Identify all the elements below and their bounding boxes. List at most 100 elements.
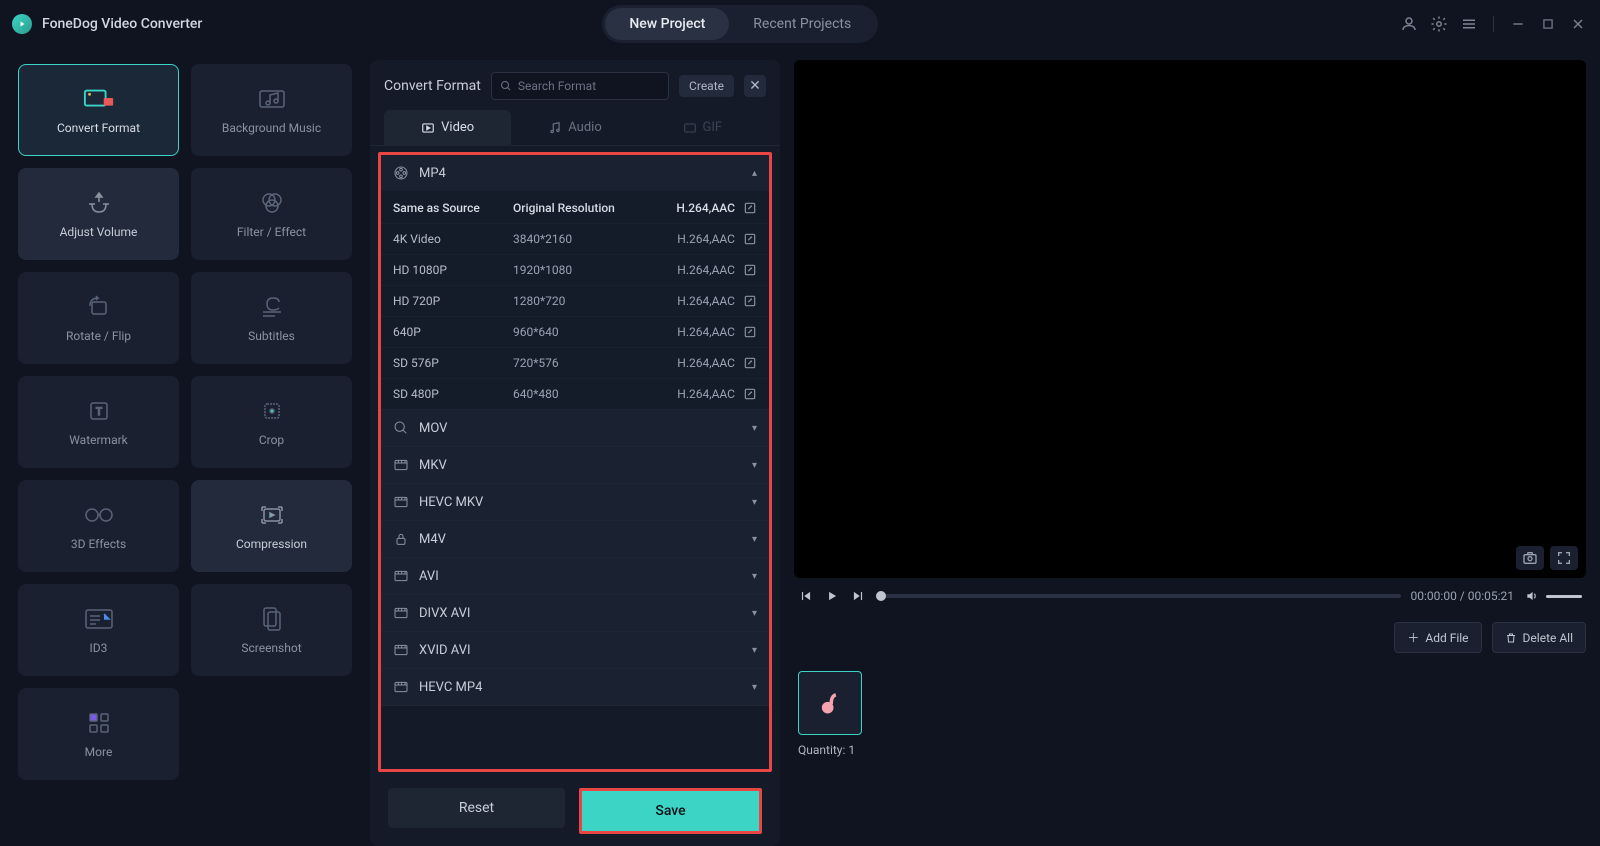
format-row[interactable]: SD 576P720*576H.264,AAC bbox=[381, 347, 769, 378]
app-logo-icon bbox=[12, 14, 32, 34]
watermark-icon: T bbox=[83, 397, 115, 425]
compression-icon bbox=[256, 501, 288, 529]
tool-filter-effect[interactable]: Filter / Effect bbox=[191, 168, 352, 260]
volume-slider[interactable] bbox=[1546, 595, 1582, 598]
maximize-icon[interactable] bbox=[1538, 14, 1558, 34]
format-group: HEVC MKV▾ bbox=[381, 484, 769, 521]
tool-label: Background Music bbox=[222, 121, 321, 135]
format-group: HEVC MP4▾ bbox=[381, 669, 769, 706]
tool-label: More bbox=[85, 745, 113, 759]
format-head[interactable]: MKV▾ bbox=[381, 447, 769, 483]
fullscreen-icon[interactable] bbox=[1550, 546, 1578, 570]
music-note-icon bbox=[816, 689, 844, 717]
format-row[interactable]: HD 720P1280*720H.264,AAC bbox=[381, 285, 769, 316]
tool-label: Convert Format bbox=[57, 121, 140, 135]
format-group: AVI▾ bbox=[381, 558, 769, 595]
tool-crop[interactable]: Crop bbox=[191, 376, 352, 468]
next-icon[interactable] bbox=[850, 588, 866, 604]
save-button[interactable]: Save bbox=[582, 791, 759, 831]
tool-rotate-flip[interactable]: Rotate / Flip bbox=[18, 272, 179, 364]
volume-icon[interactable] bbox=[1524, 588, 1540, 604]
format-head[interactable]: AVI▾ bbox=[381, 558, 769, 594]
format-head[interactable]: M4V▾ bbox=[381, 521, 769, 557]
screenshot-icon bbox=[256, 605, 288, 633]
media-thumbnail[interactable] bbox=[798, 671, 862, 735]
seek-bar[interactable] bbox=[876, 594, 1401, 598]
quantity-label: Quantity: 1 bbox=[798, 743, 862, 757]
background-music-icon bbox=[256, 85, 288, 113]
prev-icon[interactable] bbox=[798, 588, 814, 604]
tool-subtitles[interactable]: Subtitles bbox=[191, 272, 352, 364]
edit-icon[interactable] bbox=[743, 387, 757, 401]
filter-effect-icon bbox=[256, 189, 288, 217]
format-head[interactable]: DIVX AVI▾ bbox=[381, 595, 769, 631]
user-icon[interactable] bbox=[1399, 14, 1419, 34]
create-button[interactable]: Create bbox=[679, 75, 734, 97]
chevron-down-icon: ▾ bbox=[752, 497, 757, 508]
edit-icon[interactable] bbox=[743, 356, 757, 370]
format-head-mp4[interactable]: MP4▴ bbox=[381, 155, 769, 191]
3d-effects-icon bbox=[83, 501, 115, 529]
format-group: XVID AVI▾ bbox=[381, 632, 769, 669]
edit-icon[interactable] bbox=[743, 263, 757, 277]
gear-icon[interactable] bbox=[1429, 14, 1449, 34]
tool-screenshot[interactable]: Screenshot bbox=[191, 584, 352, 676]
format-row[interactable]: SD 480P640*480H.264,AAC bbox=[381, 378, 769, 409]
tool-adjust-volume[interactable]: Adjust Volume bbox=[18, 168, 179, 260]
tool-label: ID3 bbox=[90, 641, 108, 655]
minimize-icon[interactable] bbox=[1508, 14, 1528, 34]
edit-icon[interactable] bbox=[743, 201, 757, 215]
edit-icon[interactable] bbox=[743, 232, 757, 246]
format-tab-audio[interactable]: Audio bbox=[511, 110, 638, 145]
tool-id3[interactable]: ID3 bbox=[18, 584, 179, 676]
format-group: MOV▾ bbox=[381, 410, 769, 447]
tool-label: Compression bbox=[236, 537, 307, 551]
edit-icon[interactable] bbox=[743, 325, 757, 339]
format-icon bbox=[393, 457, 409, 473]
chevron-up-icon: ▴ bbox=[752, 168, 757, 179]
tool-background-music[interactable]: Background Music bbox=[191, 64, 352, 156]
gif-icon bbox=[683, 121, 697, 135]
video-preview bbox=[794, 60, 1586, 578]
tool-label: Filter / Effect bbox=[237, 225, 306, 239]
play-icon[interactable] bbox=[824, 588, 840, 604]
tool-compression[interactable]: Compression bbox=[191, 480, 352, 572]
format-row[interactable]: 640P960*640H.264,AAC bbox=[381, 316, 769, 347]
format-head[interactable]: XVID AVI▾ bbox=[381, 632, 769, 668]
reel-icon bbox=[393, 165, 409, 181]
tool-3d-effects[interactable]: 3D Effects bbox=[18, 480, 179, 572]
tool-watermark[interactable]: TWatermark bbox=[18, 376, 179, 468]
format-row[interactable]: HD 1080P1920*1080H.264,AAC bbox=[381, 254, 769, 285]
reset-button[interactable]: Reset bbox=[388, 788, 565, 828]
format-head[interactable]: HEVC MP4▾ bbox=[381, 669, 769, 705]
subtitles-icon bbox=[256, 293, 288, 321]
format-list[interactable]: MP4▴Same as SourceOriginal ResolutionH.2… bbox=[378, 152, 772, 772]
tool-label: Subtitles bbox=[248, 329, 295, 343]
format-row[interactable]: 4K Video3840*2160H.264,AAC bbox=[381, 223, 769, 254]
add-file-button[interactable]: ＋Add File bbox=[1394, 622, 1481, 653]
chevron-down-icon: ▾ bbox=[752, 608, 757, 619]
format-head[interactable]: HEVC MKV▾ bbox=[381, 484, 769, 520]
format-icon bbox=[393, 531, 409, 547]
close-icon[interactable] bbox=[1568, 14, 1588, 34]
edit-icon[interactable] bbox=[743, 294, 757, 308]
format-head[interactable]: MOV▾ bbox=[381, 410, 769, 446]
rotate-flip-icon bbox=[83, 293, 115, 321]
menu-icon[interactable] bbox=[1459, 14, 1479, 34]
delete-all-button[interactable]: Delete All bbox=[1492, 622, 1586, 653]
tab-new-project[interactable]: New Project bbox=[605, 8, 729, 40]
tool-convert-format[interactable]: Convert Format bbox=[18, 64, 179, 156]
format-tab-gif[interactable]: GIF bbox=[639, 110, 766, 145]
close-panel-icon[interactable]: ✕ bbox=[744, 75, 766, 97]
tool-more[interactable]: More bbox=[18, 688, 179, 780]
tool-label: 3D Effects bbox=[71, 537, 126, 551]
more-icon bbox=[83, 709, 115, 737]
snapshot-icon[interactable] bbox=[1516, 546, 1544, 570]
chevron-down-icon: ▾ bbox=[752, 460, 757, 471]
trash-icon bbox=[1505, 632, 1517, 644]
search-input[interactable]: Search Format bbox=[491, 72, 669, 100]
tab-recent-projects[interactable]: Recent Projects bbox=[729, 8, 875, 40]
format-tab-video[interactable]: Video bbox=[384, 110, 511, 145]
format-row[interactable]: Same as SourceOriginal ResolutionH.264,A… bbox=[381, 191, 769, 223]
convert-format-icon bbox=[83, 85, 115, 113]
